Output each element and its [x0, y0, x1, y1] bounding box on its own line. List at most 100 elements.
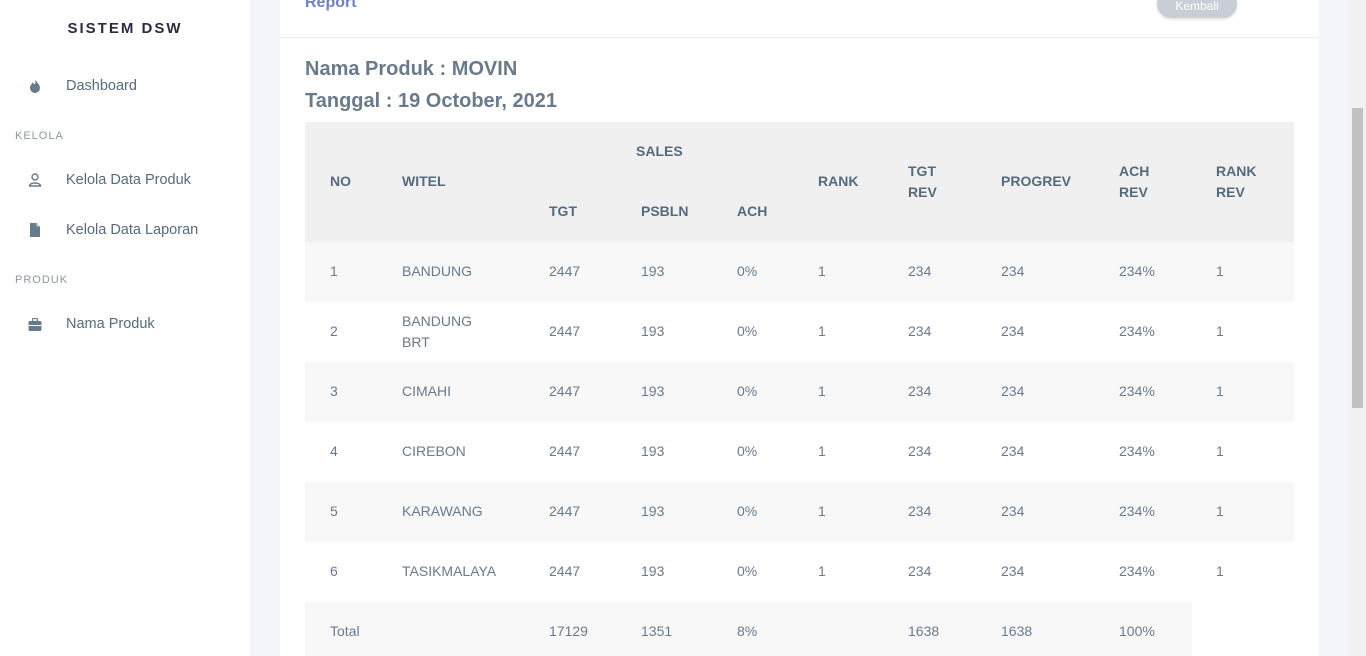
cell-ach: 0% [737, 503, 758, 519]
cell-tgt-rev: 234 [908, 503, 932, 519]
cell-psbln: 193 [641, 563, 665, 579]
cell-no: 2 [330, 323, 338, 339]
cell-tgt: 2447 [549, 563, 581, 579]
header-ach-rev-1: ACH [1119, 163, 1150, 179]
cell-witel: BANDUNG [402, 313, 473, 329]
cell-ach-rev: 234% [1119, 443, 1155, 459]
cell-rank: 1 [818, 383, 826, 399]
cell-tgt: 2447 [549, 443, 581, 459]
cell-tgt: 2447 [549, 263, 581, 279]
section-kelola: KELOLA [15, 130, 64, 142]
cell-ach-rev: 234% [1119, 563, 1155, 579]
sidebar-item-label: Nama Produk [66, 316, 155, 332]
cell-witel: KARAWANG [402, 503, 483, 519]
header-ach-rev-2: REV [1119, 184, 1148, 200]
cell-witel: CIREBON [402, 443, 466, 459]
cell-tgt-rev: 234 [908, 323, 932, 339]
cell-ach: 0% [737, 443, 758, 459]
cell-progrev: 234 [1001, 383, 1025, 399]
cell-ach: 0% [737, 323, 758, 339]
header-progrev: PROGREV [1001, 173, 1072, 189]
scrollbar-thumb[interactable] [1352, 108, 1363, 408]
table-header: NO WITEL SALES TGT PSBLN ACH RANK TGT RE… [305, 122, 1294, 242]
header-ach: ACH [737, 203, 768, 219]
cell-rank: 1 [818, 503, 826, 519]
product-title: Nama Produk : MOVIN [305, 58, 518, 80]
fire-icon [27, 78, 43, 94]
cell-psbln: 193 [641, 503, 665, 519]
report-card: Report Kembali Nama Produk : MOVIN Tangg… [280, 0, 1319, 656]
cell-progrev: 234 [1001, 563, 1025, 579]
file-icon [27, 222, 43, 238]
report-link[interactable]: Report [305, 0, 357, 12]
header-tgt: TGT [549, 203, 577, 219]
cell-ach-rev: 234% [1119, 263, 1155, 279]
sidebar-item-nama-produk[interactable]: Nama Produk [0, 306, 250, 342]
divider [280, 37, 1319, 38]
cell-rank: 1 [818, 563, 826, 579]
table-row: 3 CIMAHI 2447 193 0% 1 234 234 234% 1 [305, 362, 1294, 422]
cell-tgt-rev: 234 [908, 563, 932, 579]
back-button[interactable]: Kembali [1157, 0, 1237, 18]
total-tgt-rev: 1638 [908, 623, 940, 639]
cell-no: 6 [330, 563, 338, 579]
cell-rank-rev: 1 [1216, 443, 1224, 459]
sidebar-item-dashboard[interactable]: Dashboard [0, 68, 250, 104]
briefcase-icon [27, 316, 43, 332]
cell-rank-rev: 1 [1216, 323, 1224, 339]
header-tgt-rev-2: REV [908, 184, 937, 200]
cell-no: 4 [330, 443, 338, 459]
total-ach: 8% [737, 623, 758, 639]
cell-witel-line2: BRT [402, 334, 430, 350]
table-row: 6 TASIKMALAYA 2447 193 0% 1 234 234 234%… [305, 542, 1294, 602]
cell-progrev: 234 [1001, 263, 1025, 279]
cell-psbln: 193 [641, 443, 665, 459]
cell-ach: 0% [737, 263, 758, 279]
cell-tgt-rev: 234 [908, 383, 932, 399]
cell-witel: BANDUNG [402, 263, 473, 279]
total-label: Total [330, 623, 360, 639]
sidebar: SISTEM DSW Dashboard KELOLA Kelola Data … [0, 0, 250, 656]
cell-rank-rev: 1 [1216, 383, 1224, 399]
header-sales: SALES [636, 143, 683, 159]
cell-witel: TASIKMALAYA [402, 563, 497, 579]
cell-rank-rev: 1 [1216, 263, 1224, 279]
sidebar-item-label: Kelola Data Laporan [66, 222, 199, 238]
cell-ach-rev: 234% [1119, 383, 1155, 399]
header-tgt-rev-1: TGT [908, 163, 936, 179]
cell-tgt: 2447 [549, 503, 581, 519]
header-witel: WITEL [402, 173, 446, 189]
cell-ach-rev: 234% [1119, 323, 1155, 339]
cell-tgt-rev: 234 [908, 263, 932, 279]
total-psbln: 1351 [641, 623, 673, 639]
cell-progrev: 234 [1001, 503, 1025, 519]
sidebar-item-kelola-produk[interactable]: Kelola Data Produk [0, 162, 250, 198]
table-total-row: Total 17129 1351 8% 1638 1638 100% [305, 602, 1192, 656]
total-tgt: 17129 [549, 623, 588, 639]
table-row: 2 BANDUNG BRT 2447 193 0% 1 234 234 234%… [305, 302, 1294, 362]
total-ach-rev: 100% [1119, 623, 1155, 639]
cell-rank-rev: 1 [1216, 503, 1224, 519]
header-rank-rev-1: RANK [1216, 163, 1257, 179]
sidebar-item-kelola-laporan[interactable]: Kelola Data Laporan [0, 212, 250, 248]
cell-ach: 0% [737, 383, 758, 399]
cell-rank-rev: 1 [1216, 563, 1224, 579]
brand-title: SISTEM DSW [67, 20, 183, 37]
cell-psbln: 193 [641, 323, 665, 339]
table-row: 5 KARAWANG 2447 193 0% 1 234 234 234% 1 [305, 482, 1294, 542]
date-title: Tanggal : 19 October, 2021 [305, 90, 557, 112]
cell-witel: CIMAHI [402, 383, 451, 399]
table-row: 4 CIREBON 2447 193 0% 1 234 234 234% 1 [305, 422, 1294, 482]
cell-rank: 1 [818, 443, 826, 459]
page-scrollbar[interactable] [1349, 0, 1366, 656]
cell-no: 5 [330, 503, 338, 519]
header-rank: RANK [818, 173, 859, 189]
cell-tgt-rev: 234 [908, 443, 932, 459]
cell-ach: 0% [737, 563, 758, 579]
user-icon [27, 172, 43, 188]
cell-psbln: 193 [641, 383, 665, 399]
sidebar-item-label: Kelola Data Produk [66, 172, 191, 188]
section-produk: PRODUK [15, 274, 69, 286]
cell-rank: 1 [818, 263, 826, 279]
header-no: NO [330, 173, 351, 189]
